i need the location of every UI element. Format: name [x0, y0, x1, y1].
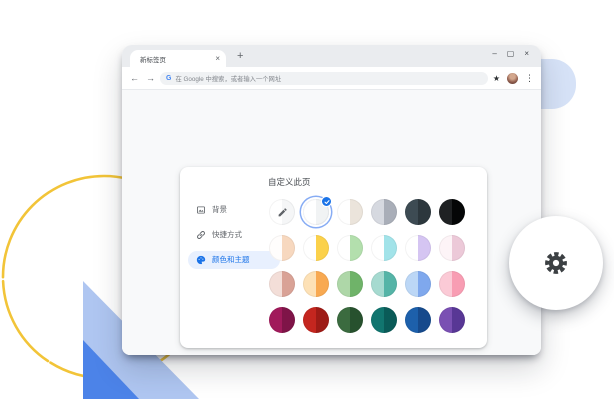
custom-color-swatch[interactable] [269, 199, 295, 225]
theme-swatch[interactable] [439, 235, 465, 261]
link-icon [196, 230, 206, 240]
theme-swatch-selected[interactable] [303, 199, 329, 225]
theme-swatch[interactable] [303, 271, 329, 297]
theme-swatch[interactable] [303, 307, 329, 333]
maximize-button[interactable]: ▢ [507, 50, 515, 58]
sidebar-item-label: 颜色和主题 [212, 254, 250, 265]
minimize-button[interactable]: – [492, 50, 496, 58]
sidebar-item-background[interactable]: 背景 [188, 197, 280, 222]
sidebar-item-shortcuts[interactable]: 快捷方式 [188, 222, 280, 247]
kebab-menu-icon[interactable]: ⋮ [525, 74, 534, 83]
profile-avatar[interactable] [507, 73, 518, 84]
theme-swatch[interactable] [337, 271, 363, 297]
page-canvas: 新标签页 × + – ▢ × ← → ↻ G 在 Google 中搜索，或者输入… [0, 0, 614, 413]
window-controls: – ▢ × [492, 50, 529, 58]
pencil-icon [277, 207, 288, 218]
check-icon [324, 199, 330, 205]
theme-swatch[interactable] [405, 199, 431, 225]
toolbar-right-icons: ★ ⋮ [493, 67, 534, 90]
theme-swatch[interactable] [303, 235, 329, 261]
dialog-title: 自定义此页 [268, 176, 311, 188]
selected-check-badge [321, 196, 332, 207]
theme-swatch[interactable] [337, 199, 363, 225]
theme-swatch[interactable] [371, 235, 397, 261]
theme-swatch[interactable] [269, 235, 295, 261]
theme-swatch[interactable] [269, 271, 295, 297]
sidebar-item-colors-theme[interactable]: 颜色和主题 [188, 251, 280, 269]
google-logo-icon: G [166, 75, 171, 82]
address-bar[interactable]: G 在 Google 中搜索，或者输入一个网址 [160, 72, 488, 85]
theme-swatch[interactable] [439, 199, 465, 225]
extensions-icon[interactable]: ★ [493, 75, 500, 83]
image-icon [196, 205, 206, 215]
theme-swatch[interactable] [371, 199, 397, 225]
gear-icon [543, 250, 569, 276]
theme-swatch[interactable] [269, 307, 295, 333]
theme-swatch[interactable] [439, 271, 465, 297]
tab-strip: 新标签页 × + – ▢ × [122, 45, 541, 67]
tab-new-tab[interactable]: 新标签页 × [130, 50, 226, 67]
theme-swatch[interactable] [337, 235, 363, 261]
theme-swatch[interactable] [405, 307, 431, 333]
back-icon[interactable]: ← [130, 74, 139, 83]
theme-swatch[interactable] [371, 307, 397, 333]
browser-window: 新标签页 × + – ▢ × ← → ↻ G 在 Google 中搜索，或者输入… [122, 45, 541, 355]
theme-swatch[interactable] [337, 307, 363, 333]
theme-swatch-grid [269, 199, 465, 333]
theme-swatch[interactable] [371, 271, 397, 297]
tab-close-icon[interactable]: × [215, 55, 220, 63]
theme-swatch[interactable] [439, 307, 465, 333]
browser-toolbar: ← → ↻ G 在 Google 中搜索，或者输入一个网址 ★ ⋮ [122, 67, 541, 90]
tab-title: 新标签页 [140, 54, 215, 64]
new-tab-content-area: 自定义此页 背景 快捷方式 [122, 90, 541, 355]
sidebar-item-label: 快捷方式 [212, 229, 242, 240]
theme-swatch[interactable] [405, 235, 431, 261]
close-window-button[interactable]: × [524, 50, 529, 58]
theme-swatch[interactable] [405, 271, 431, 297]
palette-icon [196, 255, 206, 265]
settings-fab[interactable] [509, 216, 603, 310]
sidebar-item-label: 背景 [212, 204, 227, 215]
dialog-sidebar: 背景 快捷方式 颜色和主题 [188, 197, 280, 272]
new-tab-button[interactable]: + [234, 48, 246, 65]
customize-dialog: 自定义此页 背景 快捷方式 [180, 167, 487, 348]
forward-icon[interactable]: → [146, 74, 155, 83]
address-bar-placeholder: 在 Google 中搜索，或者输入一个网址 [175, 74, 281, 83]
